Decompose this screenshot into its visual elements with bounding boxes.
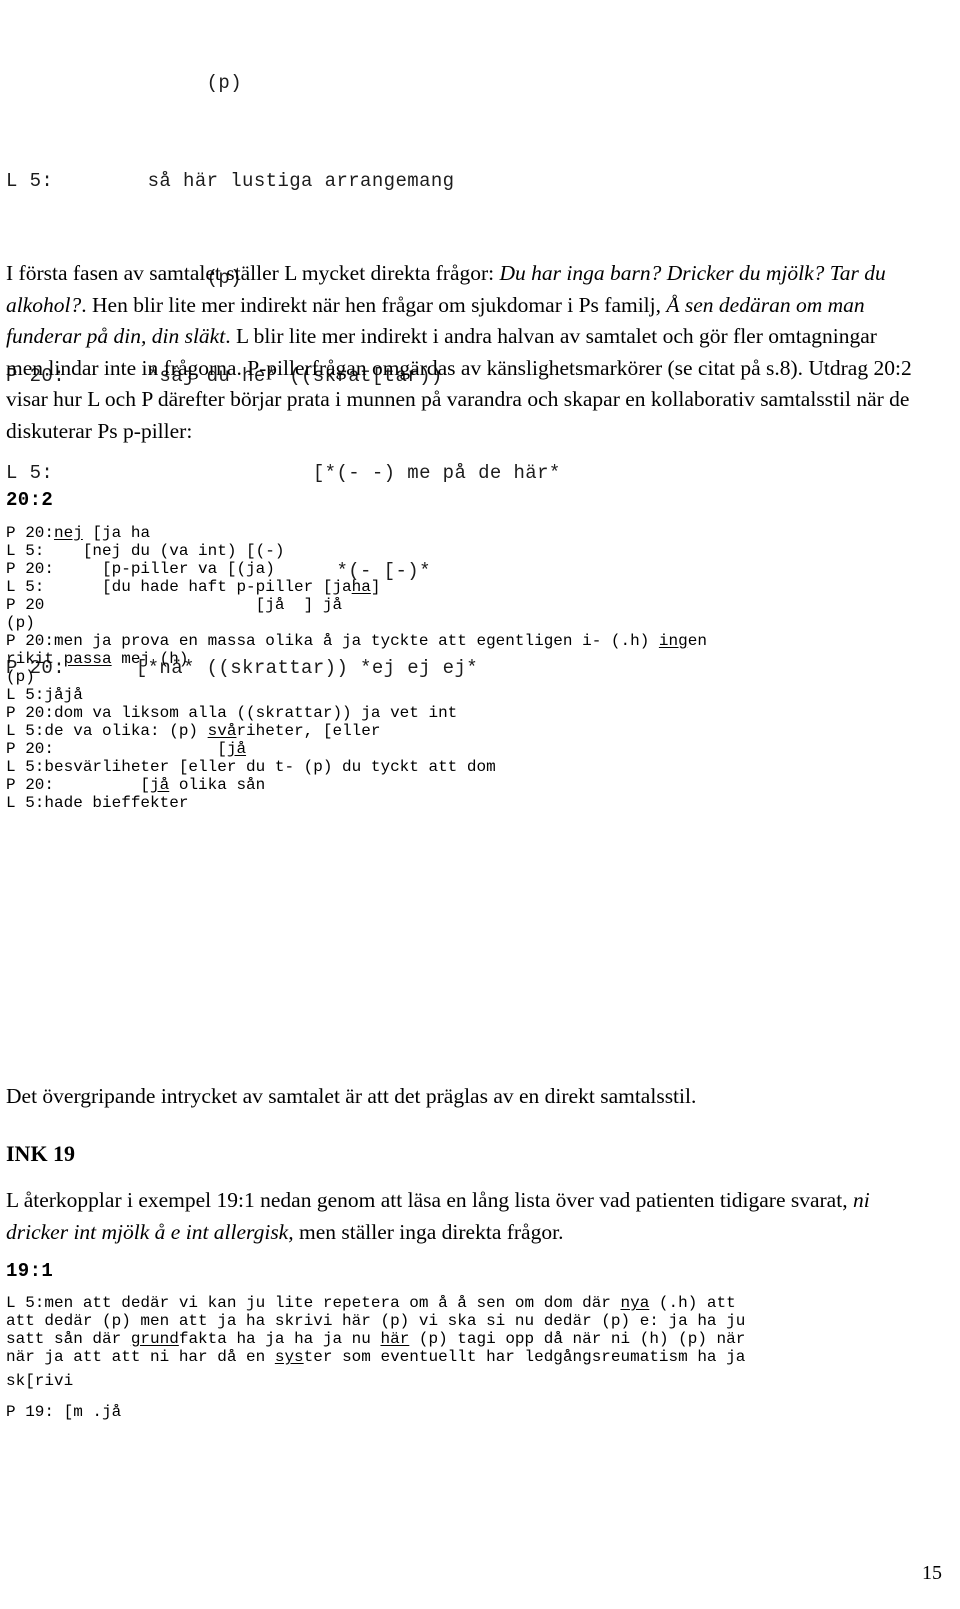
transcript-line: P 20: [jå [6,739,247,758]
transcript-line: P 20: [jå olika sån [6,775,266,794]
transcript-line: L 5:men att dedär vi kan ju lite repeter… [6,1293,736,1312]
excerpt-label-19-1: 19:1 [6,1260,54,1282]
transcript-line: (p) [6,72,243,94]
transcript-line: satt sån där grundfakta ha ja ha ja nu h… [6,1329,746,1348]
transcript-line: L 5: [du hade haft p-piller [jaha] [6,577,381,596]
paragraph-first-phase: I första fasen av samtalet ställer L myc… [6,258,916,447]
transcript-line: L 5:de va olika: (p) svåriheter, [eller [6,721,381,740]
paragraph-ink19-intro: L återkopplar i exempel 19:1 nedan genom… [6,1185,926,1248]
prose-segment: . Hen blir lite mer indirekt när hen frå… [81,292,667,317]
transcript-line: (p) [6,667,35,686]
transcript-line: P 20: [p-piller va [(ja) [6,559,275,578]
transcript-line: sk[rivi [6,1371,74,1390]
transcript-line: L 5:hade bieffekter [6,793,189,812]
excerpt-label-20-2: 20:2 [6,489,54,511]
paragraph-overall-impression: Det övergripande intrycket av samtalet ä… [6,1084,697,1108]
transcript-line: P 20:men ja prova en massa olika å ja ty… [6,631,707,650]
prose-segment: men ställer inga direkta frågor. [293,1219,564,1244]
transcript-line: L 5:jåjå [6,685,83,704]
transcript-line: P 20:dom va liksom alla ((skrattar)) ja … [6,703,458,722]
transcript-line: rikit passa mej (h) [6,649,189,668]
heading-ink-19: INK 19 [6,1141,76,1166]
page-number: 15 [922,1562,942,1584]
excerpt-19-1: 19:1 L 5:men att dedär vi kan ju lite re… [6,1255,954,1428]
transcript-line: L 5:besvärliheter [eller du t- (p) du ty… [6,757,496,776]
transcript-line: att dedär (p) men att ja ha skrivi här (… [6,1311,746,1330]
prose-segment: I första fasen av samtalet ställer L myc… [6,261,500,285]
excerpt-20-2: 20:2 P 20:nej [ja ha L 5: [nej du (va in… [6,484,954,812]
transcript-line: L 5: [nej du (va int) [(-) [6,541,285,560]
transcript-line: P 20:nej [ja ha [6,523,151,542]
transcript-line: P 20 [jå ] jå [6,595,343,614]
prose-segment: L återkopplar i exempel 19:1 nedan genom… [6,1188,853,1212]
document-page: (p) L 5: så här lustiga arrangemang (p) … [0,0,960,1609]
transcript-line: (p) [6,613,35,632]
transcript-line: P 19: [m .jå [6,1402,122,1421]
transcript-line: när ja att att ni har då en syster som e… [6,1347,746,1366]
transcript-line: L 5: så här lustiga arrangemang [6,169,455,192]
